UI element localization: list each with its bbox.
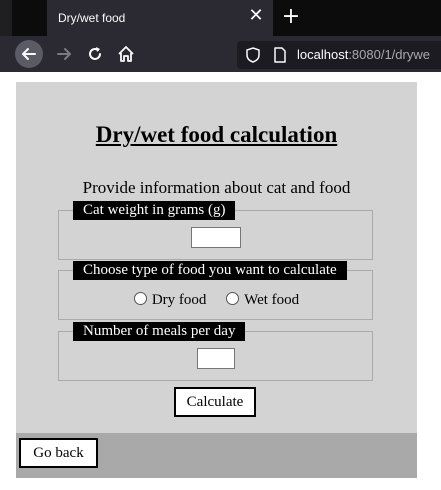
close-icon[interactable]: ✕	[248, 6, 264, 24]
food-type-options: Dry food Wet food	[59, 292, 374, 309]
meals-legend: Number of meals per day	[73, 322, 246, 341]
page-title: Dry/wet food calculation	[95, 122, 338, 147]
url-text[interactable]: localhost:8080/1/drywe	[297, 47, 430, 62]
tab-strip-edge	[0, 0, 12, 36]
tab-active[interactable]: Dry/wet food ✕	[47, 0, 273, 36]
wet-food-radio[interactable]	[226, 292, 240, 305]
meals-input[interactable]	[197, 348, 235, 369]
weight-fieldset: Cat weight in grams (g)	[58, 201, 373, 260]
page-content: Dry/wet food calculation Provide informa…	[16, 82, 417, 478]
go-back-button[interactable]: Go back	[19, 438, 98, 468]
tab-title: Dry/wet food	[58, 11, 126, 25]
calculate-button[interactable]: Calculate	[174, 387, 256, 417]
dry-food-radio[interactable]	[133, 292, 147, 305]
new-tab-icon[interactable]: +	[281, 6, 301, 28]
url-path: :8080/1/drywe	[348, 47, 430, 62]
dry-food-label[interactable]: Dry food	[152, 292, 207, 308]
food-type-legend: Choose type of food you want to calculat…	[73, 261, 347, 280]
wet-food-label[interactable]: Wet food	[244, 292, 299, 308]
arrow-left-icon	[22, 48, 36, 60]
reload-button[interactable]	[81, 40, 109, 68]
weight-input[interactable]	[191, 227, 241, 248]
forward-button[interactable]	[50, 40, 78, 68]
tab-bar: Dry/wet food ✕ +	[0, 0, 441, 36]
arrow-right-icon	[57, 48, 71, 60]
bottom-bar: Go back	[16, 433, 417, 478]
back-button[interactable]	[15, 40, 43, 68]
reload-icon	[89, 47, 101, 60]
info-text: Provide information about cat and food	[82, 178, 351, 197]
page-info-icon[interactable]	[273, 47, 287, 63]
home-button[interactable]	[112, 40, 140, 68]
home-icon	[118, 46, 134, 62]
address-bar[interactable]: localhost:8080/1/drywe	[237, 41, 441, 69]
url-host: localhost	[297, 47, 349, 62]
meals-fieldset: Number of meals per day	[58, 322, 373, 381]
food-type-fieldset: Choose type of food you want to calculat…	[58, 261, 374, 320]
weight-legend: Cat weight in grams (g)	[73, 201, 236, 220]
shield-icon[interactable]	[246, 47, 260, 63]
